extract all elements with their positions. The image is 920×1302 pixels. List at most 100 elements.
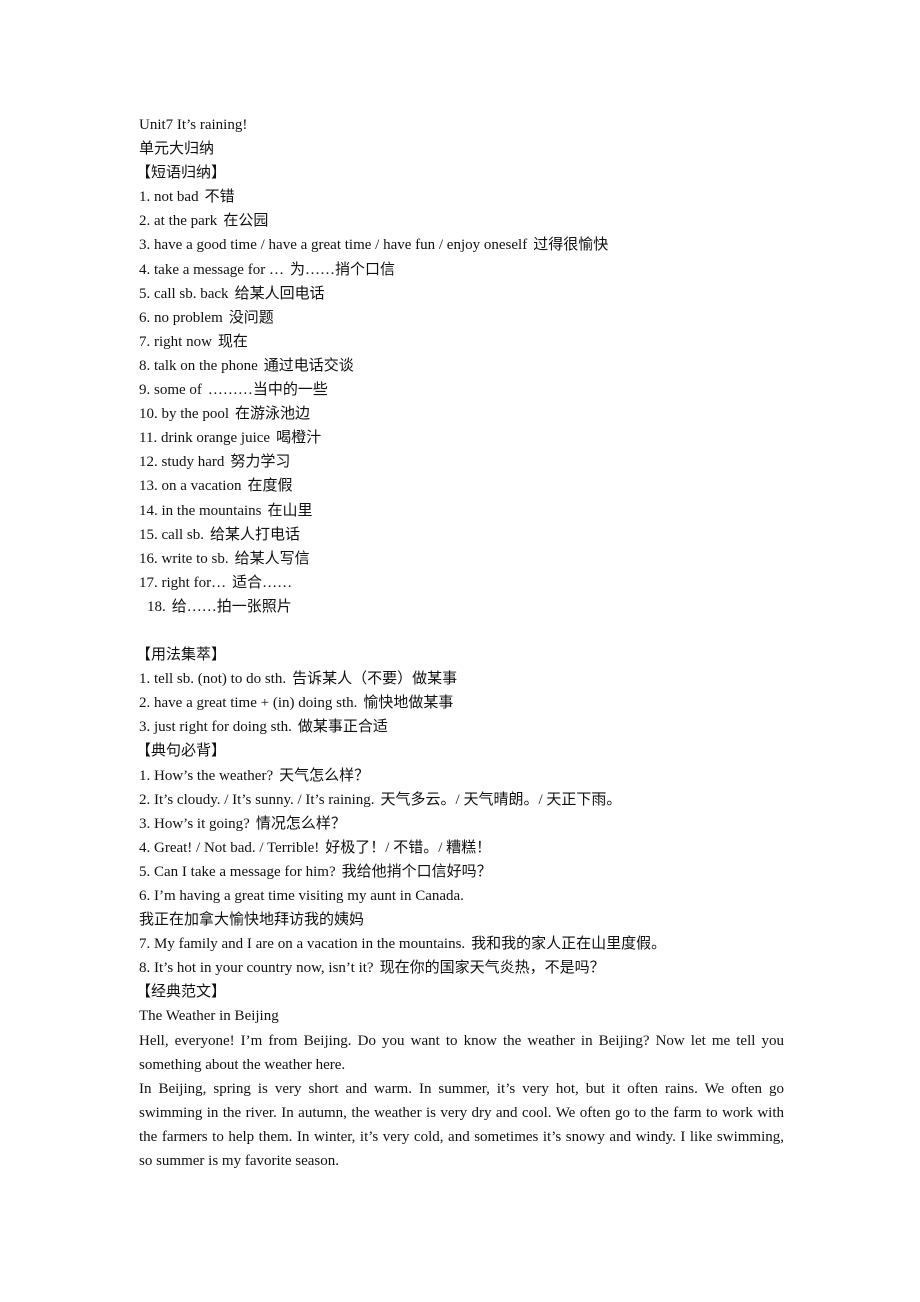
list-item: 11. drink orange juice 喝橙汁 [139,426,784,450]
list-item: 6. I’m having a great time visiting my a… [139,884,784,908]
item-english: 7. right now [139,333,212,350]
item-chinese: 现在 [217,333,248,350]
list-item: 17. right for… 适合…… [139,571,784,595]
item-english: 16. write to sb. [139,550,229,567]
list-item: 9. some of ………当中的一些 [139,378,784,402]
item-chinese: 给……拍一张照片 [171,598,292,615]
item-chinese: 天气怎么样？ [279,767,370,784]
essay-paragraph: In Beijing, spring is very short and war… [139,1080,784,1170]
item-english: 9. some of [139,382,202,399]
list-item: 5. Can I take a message for him? 我给他捎个口信好… [139,860,784,884]
list-item: 14. in the mountains 在山里 [139,499,784,523]
list-item: 7. right now 现在 [139,330,784,354]
item-english: 5. Can I take a message for him? [139,863,336,880]
item-english: 5. call sb. back [139,285,229,302]
item-chinese: 喝橙汁 [276,430,322,447]
item-english: 3. How’s it going? [139,815,250,832]
item-chinese: 我给他捎个口信好吗？ [341,863,492,880]
item-english: 15. call sb. [139,526,204,543]
item-english: 17. right for… [139,574,227,591]
item-english: 2. It’s cloudy. / It’s sunny. / It’s rai… [139,791,375,808]
item-chinese: 我和我的家人正在山里度假。 [471,936,667,953]
item-english: 8. talk on the phone [139,357,258,374]
document-page: Unit7 It’s raining! 单元大归纳 【短语归纳】 1. not … [136,113,784,1173]
item-english: 4. Great! / Not bad. / Terrible! [139,839,320,856]
list-item: 10. by the pool 在游泳池边 [139,402,784,426]
item-chinese: 给某人回电话 [234,285,325,302]
usage-list: 1. tell sb. (not) to do sth. 告诉某人（不要）做某事 2… [139,667,784,739]
item-chinese: 我正在加拿大愉快地拜访我的姨妈 [139,912,365,929]
list-item: 2. have a great time + (in) doing sth. 愉快… [139,691,784,715]
list-item: 16. write to sb. 给某人写信 [139,547,784,571]
item-english: 1. tell sb. (not) to do sth. [139,671,287,688]
item-chinese: ………当中的一些 [207,382,328,399]
list-item: 13. on a vacation 在度假 [139,474,784,498]
item-english: 14. in the mountains [139,502,262,519]
item-english: 1. not bad [139,189,199,206]
list-item: 3. have a good time / have a great time … [139,233,784,257]
item-english: 8. It’s hot in your country now, isn’t i… [139,960,374,977]
list-item: 2. It’s cloudy. / It’s sunny. / It’s rai… [139,788,784,812]
sentences-heading: 【典句必背】 [136,743,227,760]
item-chinese: 愉快地做某事 [363,695,454,712]
item-chinese: 为……捎个口信 [289,261,395,278]
document-subtitle: 单元大归纳 [139,141,215,158]
document-title: Unit7 It’s raining! [139,117,248,133]
phrases-list: 1. not bad 不错 2. at the park 在公园 3. have a g… [139,185,784,619]
item-english: 7. My family and I are on a vacation in … [139,936,466,953]
item-chinese: 过得很愉快 [533,237,609,254]
list-item: 4. Great! / Not bad. / Terrible! 好极了！/ 不错… [139,836,784,860]
item-chinese: 好极了！/ 不错。/ 糟糕！ [325,839,492,856]
list-item: 4. take a message for … 为……捎个口信 [139,258,784,282]
item-chinese: 没问题 [228,309,274,326]
item-chinese: 现在你的国家天气炎热，不是吗？ [379,960,605,977]
item-english: 3. just right for doing sth. [139,719,292,736]
sentences-list: 1. How’s the weather? 天气怎么样？ 2. It’s cloud… [139,764,784,981]
item-english: 11. drink orange juice [139,430,271,447]
item-chinese: 不错 [204,189,235,206]
list-item: 8. talk on the phone 通过电话交谈 [139,354,784,378]
usage-heading: 【用法集萃】 [136,647,227,664]
list-item: 12. study hard 努力学习 [139,450,784,474]
list-item: 3. How’s it going? 情况怎么样？ [139,812,784,836]
item-english: 1. How’s the weather? [139,767,274,784]
item-chinese: 在游泳池边 [235,406,311,423]
item-chinese: 给某人写信 [234,550,310,567]
list-item: 1. tell sb. (not) to do sth. 告诉某人（不要）做某事 [139,667,784,691]
list-item: 1. not bad 不错 [139,185,784,209]
item-chinese: 做某事正合适 [297,719,388,736]
list-item: 8. It’s hot in your country now, isn’t i… [139,956,784,980]
list-item: 6. no problem 没问题 [139,306,784,330]
item-chinese: 给某人打电话 [210,526,301,543]
list-item: 5. call sb. back 给某人回电话 [139,282,784,306]
item-english: 18. [147,598,166,615]
item-english: 2. have a great time + (in) doing sth. [139,695,358,712]
list-item: 2. at the park 在公园 [139,209,784,233]
item-chinese: 通过电话交谈 [263,357,354,374]
list-item: 1. How’s the weather? 天气怎么样？ [139,764,784,788]
item-chinese: 在度假 [247,478,293,495]
item-english: 2. at the park [139,213,218,230]
phrases-heading: 【短语归纳】 [136,165,227,182]
item-chinese: 适合…… [232,574,293,591]
item-english: 3. have a good time / have a great time … [139,237,528,254]
list-item: 7. My family and I are on a vacation in … [139,932,784,956]
item-chinese: 努力学习 [230,454,291,471]
item-chinese: 告诉某人（不要）做某事 [292,671,458,688]
item-chinese: 天气多云。/ 天气晴朗。/ 天正下雨。 [380,791,622,808]
item-english: 6. no problem [139,309,223,326]
essay-heading: 【经典范文】 [136,984,227,1001]
list-item: 18. 给……拍一张照片 [139,595,784,619]
list-item: 15. call sb. 给某人打电话 [139,523,784,547]
list-item: 3. just right for doing sth. 做某事正合适 [139,715,784,739]
item-english: 10. by the pool [139,406,229,423]
item-english: 12. study hard [139,454,225,471]
item-english: 6. I’m having a great time visiting my a… [139,888,464,904]
essay-paragraph: Hell, everyone! I’m from Beijing. Do you… [139,1032,784,1073]
item-chinese: 在山里 [267,502,313,519]
item-english: 4. take a message for … [139,261,284,278]
essay-title: The Weather in Beijing [139,1008,279,1025]
item-english: 13. on a vacation [139,478,242,495]
item-chinese: 情况怎么样？ [255,815,346,832]
